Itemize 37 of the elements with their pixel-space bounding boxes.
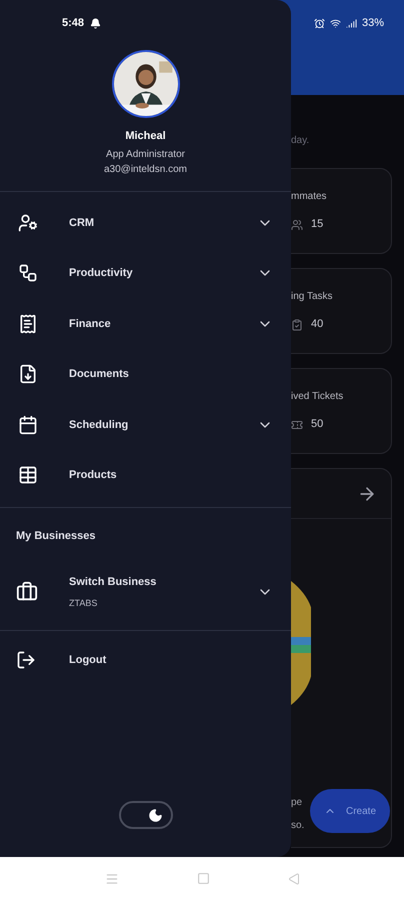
card-title: mmates (291, 190, 328, 204)
moon-icon (148, 808, 162, 822)
menu-item[interactable]: Products (0, 450, 291, 500)
chart-label: pe (291, 796, 304, 810)
workflow-icon (18, 263, 38, 284)
user-email: a30@inteldsn.com (104, 162, 187, 176)
document-icon (18, 364, 38, 384)
user-name: Micheal (125, 129, 166, 144)
card-title: ing Tasks (291, 290, 334, 304)
logout-icon (16, 650, 36, 670)
status-time: 5:48 (62, 16, 84, 31)
menu-item[interactable]: Documents (0, 349, 291, 400)
card-value: 50 (311, 417, 324, 432)
user-role: App Administrator (106, 148, 185, 162)
business-name: ZTABS (69, 596, 98, 610)
bell-icon (90, 18, 102, 28)
user-gear-icon (18, 212, 38, 233)
table-icon (18, 465, 38, 486)
menu-item[interactable]: CRM (0, 198, 291, 248)
menu-item[interactable]: Productivity (0, 248, 291, 298)
chart-label: so. (291, 819, 306, 833)
theme-toggle[interactable] (118, 801, 172, 829)
subtitle-text: day. (291, 134, 310, 148)
card-value: 15 (311, 217, 324, 232)
card-title: ived Tickets (291, 390, 344, 404)
section-heading: My Businesses (16, 528, 96, 544)
alarm-icon (314, 18, 325, 28)
card-value: 40 (311, 317, 324, 332)
briefcase-icon (16, 581, 38, 603)
wifi-icon (330, 18, 341, 28)
switch-business-item[interactable]: Switch Business ZTABS (0, 568, 291, 616)
battery-level: 33% (362, 16, 384, 31)
calendar-icon (18, 414, 38, 435)
menu-item[interactable]: Finance (0, 298, 291, 349)
menu-item[interactable]: Scheduling (0, 400, 291, 450)
logout-item[interactable]: Logout (0, 645, 291, 675)
invoice-icon (18, 314, 38, 334)
